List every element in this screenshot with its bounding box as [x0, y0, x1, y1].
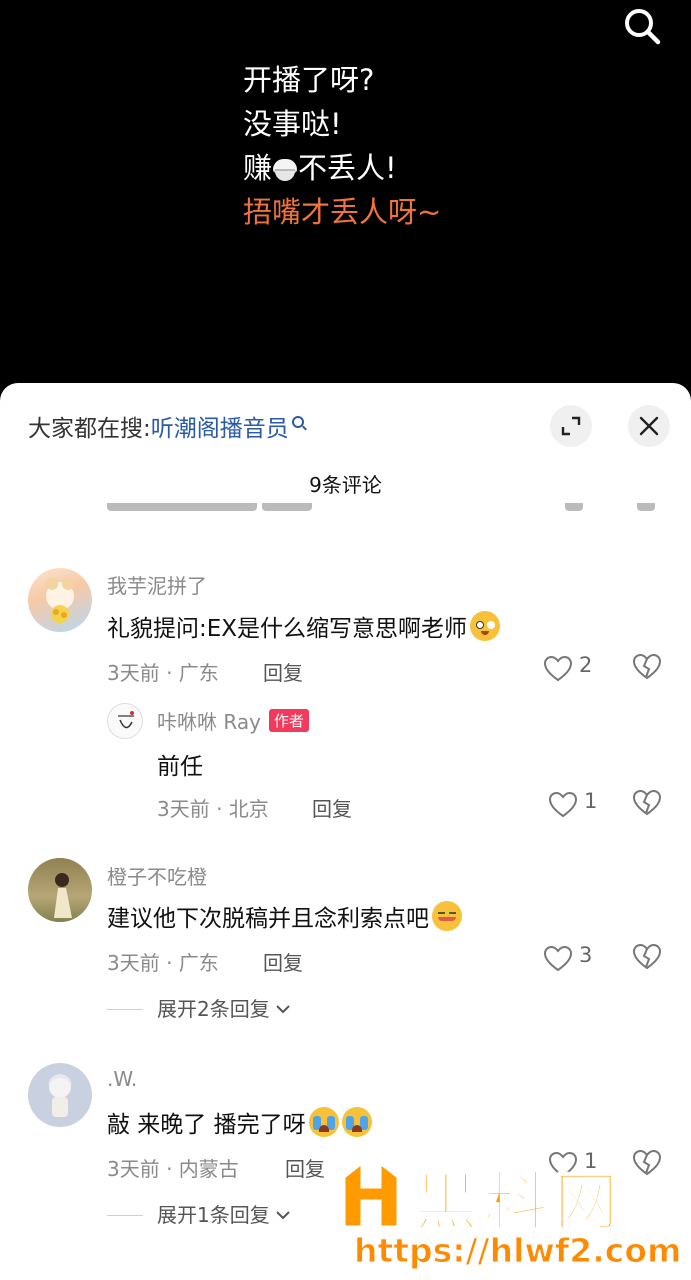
close-button[interactable] [628, 405, 670, 447]
like-button[interactable]: 1 [548, 789, 612, 821]
comment-text: 礼貌提问:EX是什么缩写意思啊老师 [107, 609, 501, 643]
close-icon [639, 416, 659, 436]
expand-icon [561, 416, 581, 436]
dislike-button[interactable] [632, 943, 664, 975]
video-area[interactable]: 开播了呀? 没事哒! 赚不丢人! 捂嘴才丢人呀~ [0, 0, 691, 384]
reply-button[interactable]: 回复 [312, 793, 352, 822]
watermark-title: 黑料网 [413, 1165, 624, 1241]
heart-icon [543, 945, 573, 972]
search-button[interactable] [618, 4, 666, 48]
lyric-line-1: 开播了呀? [243, 63, 375, 97]
broken-heart-icon [632, 789, 662, 816]
lyric-line-3-start: 赚 [243, 151, 273, 185]
like-count: 3 [579, 943, 593, 967]
username[interactable]: 橙子不吃橙 [107, 861, 207, 890]
comment-text-body: 建议他下次脱稿并且念利索点吧 [107, 906, 429, 932]
divider [107, 1009, 143, 1010]
trending-prefix: 大家都在搜: [28, 416, 151, 442]
comment-meta: 3天前 · 广东 [107, 661, 219, 685]
reply-button[interactable]: 回复 [263, 657, 303, 686]
reply-avatar[interactable] [107, 703, 143, 739]
comment-item: 我芋泥拼了 礼貌提问:EX是什么缩写意思啊老师 3天前 · 广东 回复 2 咔咻… [0, 563, 691, 823]
smirk-emoji-icon [432, 901, 462, 931]
lyric-line-3: 赚不丢人! [243, 146, 441, 190]
search-icon [625, 9, 661, 45]
rice-bowl-icon [272, 157, 298, 181]
avatar[interactable] [28, 568, 92, 632]
comment-meta: 3天前 · 广东 [107, 951, 219, 975]
comment-text-body: 礼貌提问:EX是什么缩写意思啊老师 [107, 616, 468, 642]
broken-heart-icon [632, 653, 662, 680]
username[interactable]: .W. [107, 1067, 137, 1091]
heart-icon [543, 655, 573, 682]
trending-keyword[interactable]: 听潮阁播音员 [151, 416, 289, 442]
expand-replies-label: 展开2条回复 [157, 997, 270, 1021]
chevron-down-icon [276, 1211, 290, 1220]
divider [107, 1215, 143, 1216]
avatar-image [48, 1074, 72, 1117]
small-search-icon [291, 416, 304, 428]
scrolled-off-row [107, 503, 667, 519]
username[interactable]: 我芋泥拼了 [107, 570, 207, 599]
comment-meta: 3天前 · 内蒙古 [107, 1157, 239, 1181]
heart-icon [548, 791, 578, 818]
watermark: 黑料网 https://hlwf2.com [332, 1153, 691, 1280]
watermark-logo-icon [342, 1159, 400, 1229]
avatar[interactable] [28, 858, 92, 922]
watermark-url: https://hlwf2.com [353, 1231, 682, 1271]
reply-button[interactable]: 回复 [285, 1153, 325, 1182]
trending-search[interactable]: 大家都在搜:听潮阁播音员 [28, 409, 304, 443]
dislike-button[interactable] [632, 789, 664, 821]
comment-sheet: 大家都在搜:听潮阁播音员 9条评论 我芋泥拼了 礼貌提问:EX是什么缩写意思啊老… [0, 383, 691, 1280]
chevron-down-icon [276, 1005, 290, 1014]
dislike-button[interactable] [632, 653, 664, 685]
comment-count: 9条评论 [309, 473, 382, 497]
flushed-emoji-icon [470, 611, 501, 641]
crying-emoji-icon [341, 1107, 372, 1137]
comment-text-body: 敲 来晚了 播完了呀 [107, 1112, 306, 1138]
avatar-image [118, 711, 134, 729]
expand-replies-button[interactable]: 展开2条回复 [107, 993, 292, 1022]
crying-emoji-icon [308, 1107, 339, 1137]
reply-button[interactable]: 回复 [263, 947, 303, 976]
like-count: 1 [584, 789, 598, 813]
like-button[interactable]: 3 [543, 943, 607, 975]
reply-username-text[interactable]: 咔咻咻 Ray [157, 710, 261, 734]
reply-meta: 3天前 · 北京 [157, 797, 269, 821]
author-badge: 作者 [268, 709, 309, 732]
comment-text: 敲 来晚了 播完了呀 [107, 1105, 372, 1139]
avatar-image [28, 858, 92, 922]
comment-text: 建议他下次脱稿并且念利索点吧 [107, 899, 462, 933]
reply-username: 咔咻咻 Ray 作者 [157, 706, 309, 735]
broken-heart-icon [632, 943, 662, 970]
avatar[interactable] [28, 1063, 92, 1127]
like-count: 2 [579, 653, 593, 677]
reply-text: 前任 [157, 754, 203, 780]
expand-button[interactable] [550, 405, 592, 447]
avatar-image [46, 578, 74, 623]
expand-replies-label: 展开1条回复 [157, 1203, 270, 1227]
lyric-line-3-end: 不丢人! [298, 151, 397, 185]
expand-replies-button[interactable]: 展开1条回复 [107, 1199, 292, 1228]
lyrics-caption: 开播了呀? 没事哒! 赚不丢人! 捂嘴才丢人呀~ [243, 58, 441, 234]
lyric-line-2: 没事哒! [243, 107, 342, 141]
like-button[interactable]: 2 [543, 653, 607, 685]
lyric-line-4: 捂嘴才丢人呀~ [243, 195, 442, 229]
comment-item: 橙子不吃橙 建议他下次脱稿并且念利索点吧 3天前 · 广东 回复 3 展开2条回… [0, 855, 691, 1035]
